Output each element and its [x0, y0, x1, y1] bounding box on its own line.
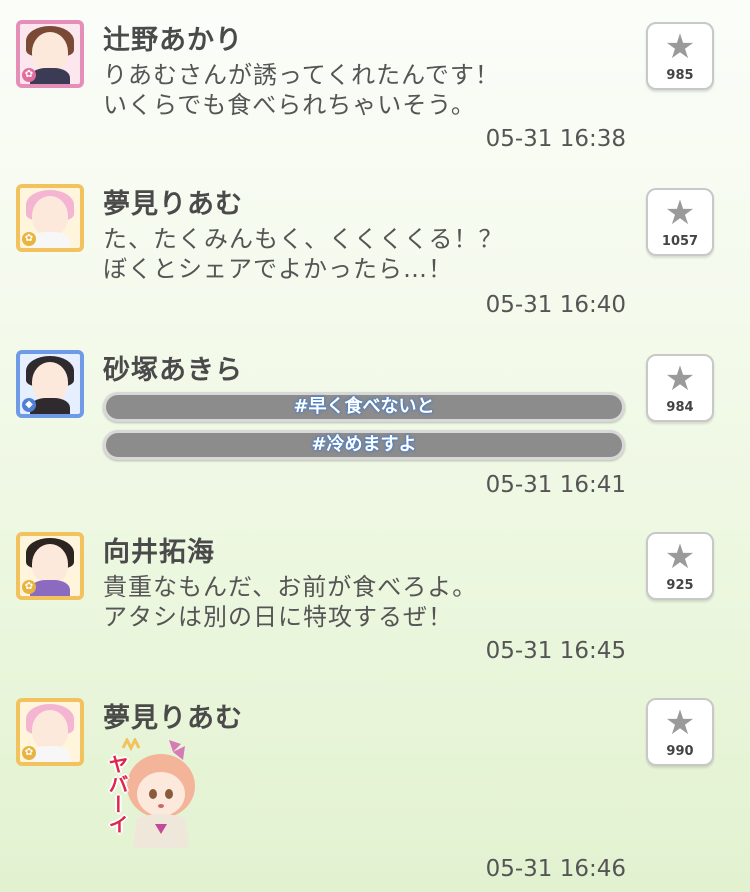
favorite-count: 990 [666, 744, 694, 759]
timestamp: 05-31 16:45 [485, 638, 626, 664]
favorite-count: 985 [666, 68, 694, 83]
star-icon: ★ [664, 193, 696, 233]
favorite-button[interactable]: ★ 985 [646, 22, 714, 90]
favorite-count: 984 [666, 400, 694, 415]
favorite-count: 1057 [661, 234, 699, 249]
timestamp: 05-31 16:40 [485, 292, 626, 318]
poster-name: 辻野あかり [103, 25, 243, 56]
star-icon: ★ [664, 27, 696, 67]
message-line: た、たくみんもく、くくくくる！？ [103, 225, 504, 253]
avatar[interactable]: ◆ [16, 350, 84, 418]
avatar[interactable]: ✿ [16, 20, 84, 88]
avatar[interactable]: ✿ [16, 184, 84, 252]
hashtag[interactable]: #早く食べないと [103, 392, 625, 422]
timestamp: 05-31 16:41 [485, 472, 626, 498]
message-line: りあむさんが誘ってくれたんです！ [103, 61, 500, 89]
message-line: 貴重なもんだ、お前が食べろよ。 [103, 573, 478, 601]
favorite-count: 925 [666, 578, 694, 593]
message-line: いくらでも食べられちゃいそう。 [103, 91, 476, 119]
message-line: ぼくとシェアでよかったら…！ [103, 255, 453, 283]
timestamp: 05-31 16:38 [485, 126, 626, 152]
poster-name: 向井拓海 [103, 537, 215, 568]
sticker-image: ヤバーイ [103, 736, 203, 848]
poster-name: 砂塚あきら [103, 355, 243, 386]
star-icon: ★ [664, 703, 696, 743]
star-icon: ★ [664, 359, 696, 399]
message-line: アタシは別の日に特攻するぜ！ [103, 603, 453, 631]
sticker-caption: ヤバーイ [105, 754, 129, 834]
favorite-button[interactable]: ★ 925 [646, 532, 714, 600]
poster-name: 夢見りあむ [103, 703, 243, 734]
timestamp: 05-31 16:46 [485, 856, 626, 882]
diamond-badge-icon: ◆ [22, 398, 36, 412]
poster-name: 夢見りあむ [103, 189, 243, 220]
flower-badge-icon: ✿ [22, 232, 36, 246]
avatar[interactable]: ✿ [16, 532, 84, 600]
star-icon: ★ [664, 537, 696, 577]
favorite-button[interactable]: ★ 984 [646, 354, 714, 422]
favorite-button[interactable]: ★ 990 [646, 698, 714, 766]
hashtag[interactable]: #冷めますよ [103, 430, 625, 460]
flower-badge-icon: ✿ [22, 580, 36, 594]
flower-badge-icon: ✿ [22, 68, 36, 82]
favorite-button[interactable]: ★ 1057 [646, 188, 714, 256]
avatar[interactable]: ✿ [16, 698, 84, 766]
flower-badge-icon: ✿ [22, 746, 36, 760]
